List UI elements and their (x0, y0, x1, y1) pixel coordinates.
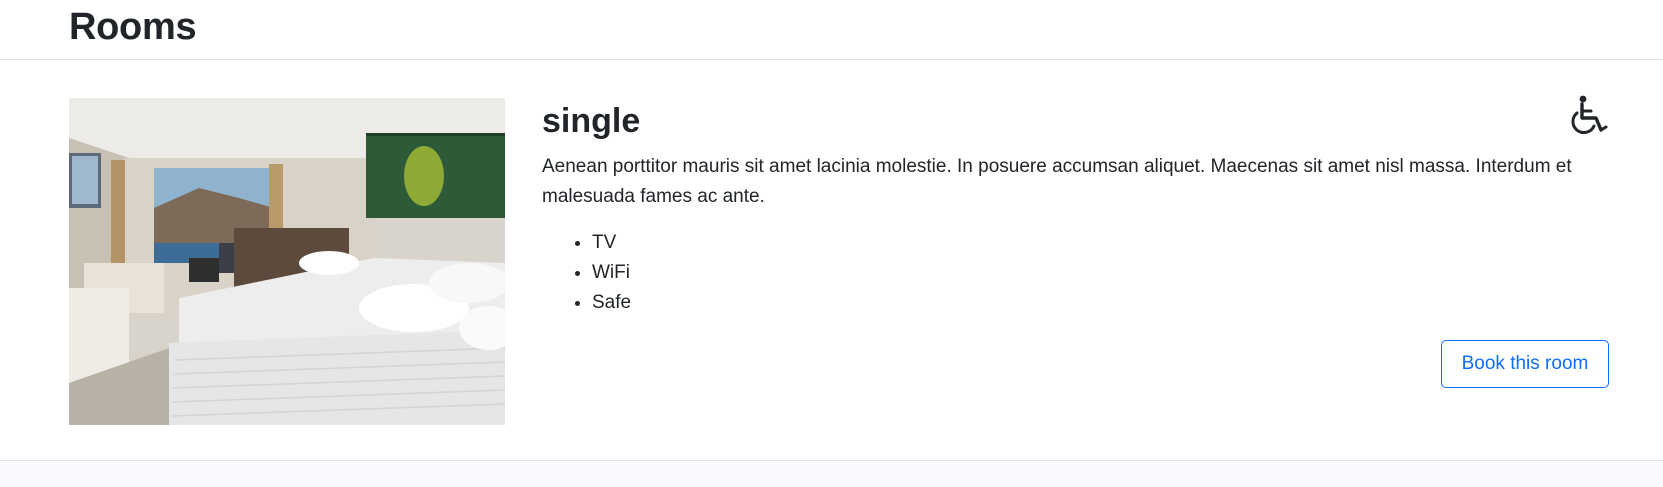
room-card: single Aenean porttitor mauris sit amet … (0, 60, 1663, 461)
wheelchair-icon (1571, 95, 1608, 135)
amenity-item: Safe (592, 288, 631, 318)
room-description: Aenean porttitor mauris sit amet lacinia… (542, 156, 1572, 207)
page-title: Rooms (69, 6, 197, 48)
page-header: Rooms (0, 0, 1663, 60)
amenities-list: TV WiFi Safe (542, 228, 631, 318)
book-room-button[interactable]: Book this room (1441, 340, 1609, 388)
room-title: single (542, 102, 641, 140)
amenity-item: WiFi (592, 258, 631, 288)
amenity-item: TV (592, 228, 631, 258)
room-photo (69, 98, 505, 425)
footer-strip (0, 461, 1663, 487)
